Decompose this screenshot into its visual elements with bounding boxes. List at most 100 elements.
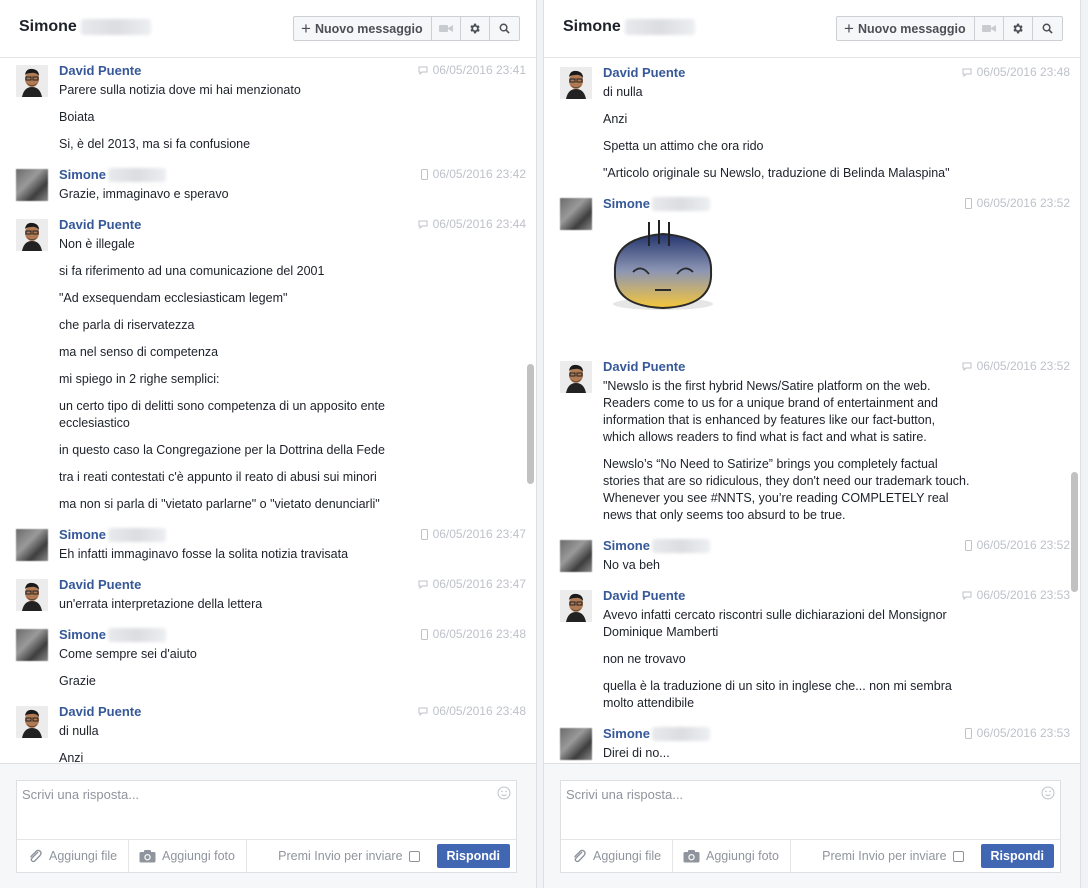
sender-name[interactable]: David Puente: [59, 704, 141, 719]
message-timestamp: 06/05/2016 23:48: [962, 65, 1070, 79]
redacted-surname: [107, 627, 166, 642]
message-timestamp: 06/05/2016 23:52: [964, 196, 1070, 210]
message-timestamp: 06/05/2016 23:52: [964, 538, 1070, 552]
redacted-surname: [107, 167, 166, 182]
exasperated-face-sticker[interactable]: [607, 220, 719, 338]
video-camera-icon: [981, 25, 996, 32]
redacted-surname: [80, 19, 151, 35]
conversation-title[interactable]: Simone: [563, 18, 695, 36]
sender-name[interactable]: Simone: [59, 627, 166, 642]
message-text: tra i reati contestati c'è appunto il re…: [59, 470, 377, 484]
add-photo-button[interactable]: Aggiungi foto: [673, 840, 791, 872]
message-thread[interactable]: David Puente 06/05/2016 23:48 di nulla A…: [544, 59, 1080, 762]
sender-name[interactable]: David Puente: [603, 65, 685, 80]
message-text: Spetta un attimo che ora rido: [603, 139, 764, 153]
chat-bubble-icon: [962, 68, 972, 77]
sender-name[interactable]: Simone: [59, 167, 166, 182]
header-toolbar: + Nuovo messaggio: [293, 16, 520, 41]
settings-button[interactable]: [1004, 17, 1033, 40]
add-photo-button[interactable]: Aggiungi foto: [129, 840, 247, 872]
enter-to-send-checkbox[interactable]: [952, 850, 964, 862]
message-text: "Articolo originale su Newslo, traduzion…: [603, 166, 950, 180]
enter-to-send-toggle[interactable]: Premi Invio per inviare: [278, 849, 420, 863]
enter-to-send-toggle[interactable]: Premi Invio per inviare: [822, 849, 964, 863]
message-lines: Non è illegale si fa riferimento ad una …: [59, 236, 446, 523]
message-lines: Come sempre sei d'aiuto Grazie: [59, 646, 446, 700]
message-text: quella è la traduzione di un sito in ing…: [603, 679, 952, 710]
send-reply-button[interactable]: Rispondi: [980, 844, 1054, 868]
message-text: Boiata: [59, 110, 95, 124]
video-call-button[interactable]: [432, 17, 461, 40]
add-file-button[interactable]: Aggiungi file: [561, 840, 673, 872]
mobile-phone-icon: [420, 528, 428, 540]
chat-bubble-icon: [962, 362, 972, 371]
contact-first-name: Simone: [563, 18, 621, 35]
sender-name[interactable]: Simone: [603, 726, 710, 741]
avatar[interactable]: [16, 629, 48, 661]
sender-name[interactable]: Simone: [603, 196, 710, 211]
enter-to-send-checkbox[interactable]: [408, 850, 420, 862]
new-message-button[interactable]: + Nuovo messaggio: [294, 17, 432, 40]
search-icon: [499, 23, 510, 34]
message-timestamp: 06/05/2016 23:44: [418, 217, 526, 231]
message-text: No va beh: [603, 558, 660, 572]
avatar[interactable]: [560, 67, 592, 99]
chat-bubble-icon: [418, 66, 428, 75]
sender-name[interactable]: David Puente: [59, 63, 141, 78]
sender-name[interactable]: Simone: [603, 538, 710, 553]
sender-name[interactable]: David Puente: [59, 217, 141, 232]
video-call-button[interactable]: [975, 17, 1004, 40]
conversation-title[interactable]: Simone: [19, 18, 151, 36]
redacted-surname: [651, 726, 710, 741]
search-icon: [1042, 23, 1053, 34]
message-text: Parere sulla notizia dove mi hai menzion…: [59, 83, 301, 97]
new-message-label: Nuovo messaggio: [857, 21, 966, 36]
add-file-button[interactable]: Aggiungi file: [17, 840, 129, 872]
reply-composer: Scrivi una risposta... Aggiungi file Agg…: [544, 763, 1080, 888]
sender-name[interactable]: Simone: [59, 527, 166, 542]
message-text: in questo caso la Congregazione per la D…: [59, 443, 385, 457]
message-lines: No va beh: [603, 557, 990, 584]
new-message-button[interactable]: + Nuovo messaggio: [837, 17, 975, 40]
sender-name[interactable]: David Puente: [603, 359, 685, 374]
avatar[interactable]: [16, 169, 48, 201]
avatar[interactable]: [560, 361, 592, 393]
search-button[interactable]: [490, 17, 519, 40]
message-thread[interactable]: David Puente 06/05/2016 23:41 Parere sul…: [0, 59, 536, 762]
avatar[interactable]: [16, 65, 48, 97]
message-text: Avevo infatti cercato riscontri sulle di…: [603, 608, 947, 639]
message-text: Come sempre sei d'aiuto: [59, 647, 197, 661]
avatar[interactable]: [16, 219, 48, 251]
header-toolbar: + Nuovo messaggio: [836, 16, 1063, 41]
avatar[interactable]: [560, 590, 592, 622]
scrollbar-thumb[interactable]: [1071, 472, 1078, 592]
avatar[interactable]: [560, 728, 592, 760]
send-reply-button[interactable]: Rispondi: [436, 844, 510, 868]
emoji-icon[interactable]: [1041, 786, 1055, 800]
search-button[interactable]: [1033, 17, 1062, 40]
message-text: Grazie, immaginavo e speravo: [59, 187, 229, 201]
reply-toolbar: Aggiungi file Aggiungi foto Premi Invio …: [561, 839, 1060, 872]
mobile-phone-icon: [420, 628, 428, 640]
message-text: ma nel senso di competenza: [59, 345, 219, 359]
redacted-surname: [651, 196, 710, 211]
settings-button[interactable]: [461, 17, 490, 40]
message-text: di nulla: [603, 85, 643, 99]
avatar[interactable]: [560, 540, 592, 572]
reply-input[interactable]: Scrivi una risposta...: [566, 787, 683, 802]
sender-name[interactable]: David Puente: [603, 588, 685, 603]
sender-name[interactable]: David Puente: [59, 577, 141, 592]
message-text: Non è illegale: [59, 237, 135, 251]
message-timestamp: 06/05/2016 23:48: [418, 704, 526, 718]
avatar[interactable]: [16, 579, 48, 611]
reply-input[interactable]: Scrivi una risposta...: [22, 787, 139, 802]
message-text: ma non si parla di "vietato parlarne" o …: [59, 497, 380, 511]
message-text: Eh infatti immaginavo fosse la solita no…: [59, 547, 349, 561]
scrollbar-thumb[interactable]: [527, 364, 534, 484]
avatar[interactable]: [16, 706, 48, 738]
redacted-surname: [624, 19, 695, 35]
avatar[interactable]: [560, 198, 592, 230]
avatar[interactable]: [16, 529, 48, 561]
emoji-icon[interactable]: [497, 786, 511, 800]
reply-box: Scrivi una risposta... Aggiungi file Agg…: [560, 780, 1061, 873]
